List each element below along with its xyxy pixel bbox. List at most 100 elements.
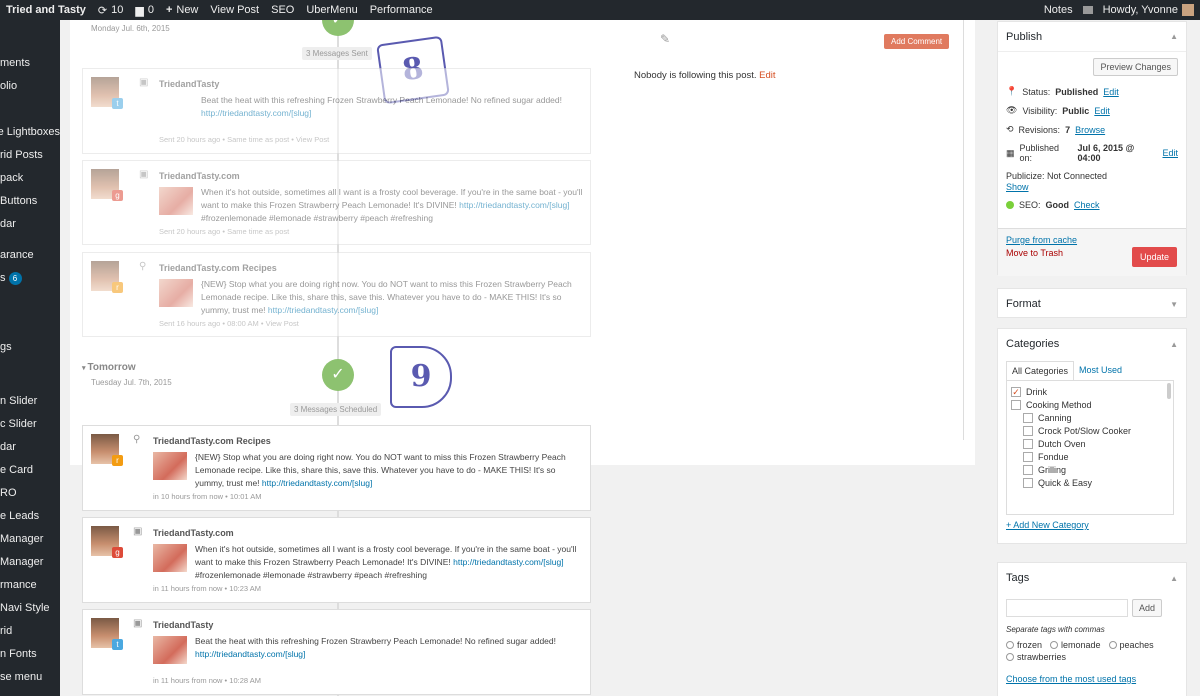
category-scrollbar[interactable]: [1167, 383, 1171, 399]
category-item[interactable]: Quick & Easy: [1023, 478, 1169, 488]
message-card[interactable]: r ⚲ TriedandTasty.com Recipes {NEW} Stop…: [82, 252, 591, 337]
site-title-link[interactable]: Tried and Tasty: [0, 0, 92, 20]
collapse-down-icon[interactable]: ▼: [1170, 300, 1178, 309]
choose-tags-link[interactable]: Choose from the most used tags: [1006, 674, 1178, 684]
visibility-row: 👁 Visibility: Public Edit: [1006, 105, 1110, 116]
admin-sidebar: ments olio e Lightboxes rid Posts pack B…: [0, 20, 60, 696]
move-to-trash-link[interactable]: Move to Trash: [1006, 248, 1063, 258]
seo-check-link[interactable]: Check: [1074, 200, 1100, 210]
card-link[interactable]: http://triedandtasty.com/[slug]: [201, 108, 311, 118]
sidebar-item-pro[interactable]: RO: [0, 487, 60, 499]
sidebar-item-jetpack[interactable]: pack: [0, 172, 60, 184]
tab-all-categories[interactable]: All Categories: [1006, 361, 1075, 380]
category-item[interactable]: Dutch Oven: [1023, 439, 1169, 449]
sidebar-item-plugins[interactable]: s6: [0, 272, 60, 285]
category-checkbox[interactable]: [1023, 478, 1033, 488]
collapse-up-icon[interactable]: ▲: [1170, 32, 1178, 41]
ubermenu-menu[interactable]: UberMenu: [300, 0, 363, 20]
update-button[interactable]: Update: [1131, 247, 1177, 267]
seo-menu[interactable]: SEO: [265, 0, 300, 20]
message-card[interactable]: g ▣ TriedandTasty.com When it's hot outs…: [82, 517, 591, 603]
remove-tag-icon[interactable]: [1108, 641, 1117, 649]
image-icon: ▣: [133, 526, 143, 537]
sidebar-item-navi-style[interactable]: Navi Style: [0, 602, 60, 614]
paperclip-icon[interactable]: ✎: [660, 32, 670, 46]
publish-header[interactable]: Publish ▲: [998, 22, 1186, 52]
sidebar-item-card[interactable]: e Card: [0, 464, 60, 476]
my-account-menu[interactable]: Howdy, Yvonne: [1097, 0, 1200, 20]
category-checkbox[interactable]: [1023, 413, 1033, 423]
view-post-link[interactable]: View Post: [204, 0, 265, 20]
category-item[interactable]: Grilling: [1023, 465, 1169, 475]
category-item[interactable]: Cooking Method: [1011, 400, 1169, 410]
sidebar-item-grid[interactable]: rid: [0, 625, 60, 637]
add-tag-button[interactable]: Add: [1132, 599, 1163, 617]
sidebar-item-performance[interactable]: rmance: [0, 579, 60, 591]
message-card[interactable]: t ▣ TriedandTasty Beat the heat with thi…: [82, 68, 591, 154]
sidebar-item-portfolio[interactable]: olio: [0, 80, 60, 92]
status-edit-link[interactable]: Edit: [1103, 87, 1119, 97]
sidebar-item-calendar[interactable]: dar: [0, 218, 60, 230]
remove-tag-icon[interactable]: [1050, 641, 1059, 649]
collapse-up-icon[interactable]: ▲: [1170, 340, 1178, 349]
tag-input[interactable]: [1006, 599, 1128, 617]
sidebar-item-manager-a[interactable]: Manager: [0, 533, 60, 545]
notes-link[interactable]: Notes: [1038, 0, 1079, 20]
performance-menu[interactable]: Performance: [364, 0, 439, 20]
sidebar-item-collapse-menu[interactable]: se menu: [0, 671, 60, 683]
sidebar-item-grid-posts[interactable]: rid Posts: [0, 149, 60, 161]
message-card[interactable]: t ▣ TriedandTasty Beat the heat with thi…: [82, 609, 591, 695]
category-item[interactable]: Canning: [1023, 413, 1169, 423]
message-card[interactable]: g ▣ TriedandTasty.com When it's hot outs…: [82, 160, 591, 245]
new-content-link[interactable]: + New: [160, 0, 204, 20]
tag-item: strawberries: [1006, 652, 1066, 662]
browse-revisions-link[interactable]: Browse: [1075, 125, 1105, 135]
sidebar-item-comments[interactable]: ments: [0, 57, 60, 69]
comments-link[interactable]: ▆ 0: [129, 0, 160, 20]
category-checkbox[interactable]: ✓: [1011, 387, 1021, 397]
add-comment-button[interactable]: Add Comment: [884, 34, 950, 49]
category-item[interactable]: ✓ Drink: [1011, 387, 1169, 397]
category-checkbox[interactable]: [1023, 452, 1033, 462]
updates-link[interactable]: ⟳ 10: [92, 0, 129, 20]
sidebar-item-lightboxes[interactable]: e Lightboxes: [0, 126, 60, 138]
sidebar-item-slider-a[interactable]: n Slider: [0, 395, 60, 407]
card-link[interactable]: http://triedandtasty.com/[slug]: [195, 649, 305, 659]
category-checkbox[interactable]: [1023, 426, 1033, 436]
card-link[interactable]: http://triedandtasty.com/[slug]: [453, 557, 563, 567]
card-link[interactable]: http://triedandtasty.com/[slug]: [459, 200, 569, 210]
category-checkbox[interactable]: [1023, 465, 1033, 475]
add-new-category-link[interactable]: + Add New Category: [1006, 520, 1178, 530]
card-link[interactable]: http://triedandtasty.com/[slug]: [262, 478, 372, 488]
collapse-up-icon[interactable]: ▲: [1170, 574, 1178, 583]
purge-cache-link[interactable]: Purge from cache: [1006, 235, 1077, 245]
format-header[interactable]: Format ▼: [998, 289, 1186, 319]
sidebar-item-settings[interactable]: gs: [0, 341, 60, 353]
remove-tag-icon[interactable]: [1006, 641, 1014, 649]
google-plus-icon: g: [112, 547, 123, 558]
tags-header[interactable]: Tags ▲: [998, 563, 1186, 593]
sidebar-item-leads[interactable]: e Leads: [0, 510, 60, 522]
category-checkbox[interactable]: [1023, 439, 1033, 449]
category-item[interactable]: Crock Pot/Slow Cooker: [1023, 426, 1169, 436]
tab-most-used[interactable]: Most Used: [1074, 361, 1127, 380]
sidebar-item-slider-b[interactable]: c Slider: [0, 418, 60, 430]
sidebar-item-appearance[interactable]: arance: [0, 249, 60, 261]
card-link[interactable]: http://triedandtasty.com/[slug]: [268, 305, 378, 315]
sidebar-item-fonts[interactable]: n Fonts: [0, 648, 60, 660]
preview-changes-button[interactable]: Preview Changes: [1093, 58, 1178, 76]
published-edit-link[interactable]: Edit: [1162, 148, 1178, 158]
category-item[interactable]: Fondue: [1023, 452, 1169, 462]
message-card[interactable]: r ⚲ TriedandTasty.com Recipes {NEW} Stop…: [82, 425, 591, 511]
notes-box-icon[interactable]: [1079, 0, 1097, 20]
sidebar-item-calendar-b[interactable]: dar: [0, 441, 60, 453]
category-checkbox[interactable]: [1011, 400, 1021, 410]
publicize-show-link[interactable]: Show: [1006, 182, 1029, 192]
sidebar-item-buttons[interactable]: Buttons: [0, 195, 60, 207]
categories-header[interactable]: Categories ▲: [998, 329, 1186, 359]
card-time: Sent 20 hours ago • Same time as post: [159, 227, 290, 236]
follow-edit-link[interactable]: Edit: [759, 70, 775, 81]
visibility-edit-link[interactable]: Edit: [1094, 106, 1110, 116]
sidebar-item-manager-b[interactable]: Manager: [0, 556, 60, 568]
remove-tag-icon[interactable]: [1006, 653, 1014, 661]
